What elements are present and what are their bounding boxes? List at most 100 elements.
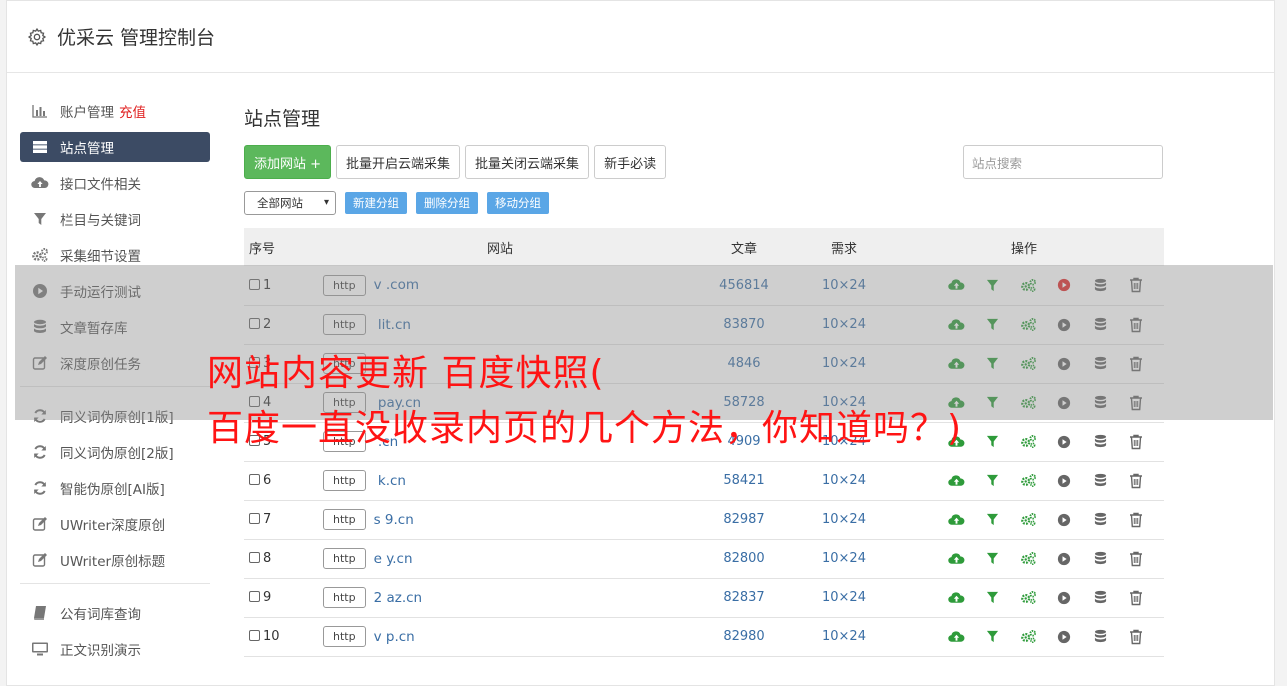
filter-icon[interactable] [983,510,1002,529]
row-checkbox[interactable] [249,591,260,602]
trash-icon[interactable] [1127,432,1146,451]
row-checkbox[interactable] [249,278,260,290]
sidebar-item-interface-files[interactable]: 接口文件相关 [20,168,210,198]
article-count[interactable]: 83870 [684,305,804,345]
cloud-upload-icon[interactable] [947,315,966,334]
sidebar-item-synonym-v1[interactable]: 同义词伪原创[1版] [20,401,210,431]
article-count[interactable]: 82800 [684,539,804,579]
trash-icon[interactable] [1127,588,1146,607]
gears-icon[interactable] [1019,588,1038,607]
group-select[interactable]: 全部网站 ▾ [244,191,336,215]
database-icon[interactable] [1091,315,1110,334]
protocol-badge[interactable]: http [323,314,366,335]
cloud-upload-icon[interactable] [947,627,966,646]
database-icon[interactable] [1091,432,1110,451]
gears-icon[interactable] [1019,510,1038,529]
site-domain-link[interactable]: lit.cn [374,317,411,333]
database-icon[interactable] [1091,354,1110,373]
demand-value[interactable]: 10×24 [804,266,884,306]
filter-icon[interactable] [983,315,1002,334]
database-icon[interactable] [1091,510,1110,529]
add-site-button[interactable]: 添加网站 + [244,145,332,179]
newbie-guide-button[interactable]: 新手必读 [594,145,667,179]
sidebar-item-deep-original[interactable]: 深度原创任务 [20,348,210,378]
gears-icon[interactable] [1019,354,1038,373]
database-icon[interactable] [1091,471,1110,490]
filter-icon[interactable] [983,432,1002,451]
gears-icon[interactable] [1019,627,1038,646]
filter-icon[interactable] [983,588,1002,607]
gears-icon[interactable] [1019,393,1038,412]
sidebar-item-account[interactable]: 账户管理 充值 [20,96,210,126]
site-domain-link[interactable]: e y.cn [374,551,413,567]
article-count[interactable]: 82980 [684,617,804,657]
cloud-upload-icon[interactable] [947,588,966,607]
play-circle-icon[interactable] [1055,471,1074,490]
new-group-button[interactable]: 新建分组 [345,192,407,214]
cloud-upload-icon[interactable] [947,471,966,490]
cloud-upload-icon[interactable] [947,276,966,295]
sidebar-item-sites[interactable]: 站点管理 [20,132,210,162]
sidebar-item-uwriter-deep[interactable]: UWriter深度原创 [20,509,210,539]
filter-icon[interactable] [983,354,1002,373]
protocol-badge[interactable]: http [323,626,366,647]
filter-icon[interactable] [983,393,1002,412]
play-circle-icon[interactable] [1055,432,1074,451]
site-domain-link[interactable]: s 9.cn [374,512,414,528]
row-checkbox[interactable] [249,318,260,329]
row-checkbox[interactable] [249,552,260,563]
protocol-badge[interactable]: http [323,274,366,296]
sidebar-item-manual-run[interactable]: 手动运行测试 [20,276,210,306]
play-circle-icon[interactable] [1055,549,1074,568]
row-checkbox[interactable] [249,630,260,641]
sidebar-item-public-lexicon[interactable]: 公有词库查询 [20,598,210,628]
batch-open-cloud-button[interactable]: 批量开启云端采集 [336,145,461,179]
play-circle-icon[interactable] [1055,276,1074,295]
protocol-badge[interactable]: http [323,470,366,491]
trash-icon[interactable] [1127,549,1146,568]
site-search-input[interactable]: 站点搜索 [963,145,1163,179]
trash-icon[interactable] [1127,471,1146,490]
trash-icon[interactable] [1127,627,1146,646]
filter-icon[interactable] [983,276,1002,295]
site-domain-link[interactable]: v p.cn [374,629,415,645]
sidebar-item-ai-rewrite[interactable]: 智能伪原创[AI版] [20,473,210,503]
demand-value[interactable]: 10×24 [804,617,884,657]
site-domain-link[interactable]: v .com [374,277,419,293]
database-icon[interactable] [1091,549,1110,568]
gears-icon[interactable] [1019,276,1038,295]
demand-value[interactable]: 10×24 [804,539,884,579]
trash-icon[interactable] [1127,354,1146,373]
demand-value[interactable]: 10×24 [804,578,884,618]
batch-close-cloud-button[interactable]: 批量关闭云端采集 [465,145,590,179]
filter-icon[interactable] [983,627,1002,646]
trash-icon[interactable] [1127,393,1146,412]
demand-value[interactable]: 10×24 [804,500,884,540]
gears-icon[interactable] [1019,315,1038,334]
trash-icon[interactable] [1127,276,1146,295]
sidebar-item-collect-settings[interactable]: 采集细节设置 [20,240,210,270]
move-group-button[interactable]: 移动分组 [487,192,549,214]
site-domain-link[interactable]: 2 az.cn [374,590,423,606]
sidebar-item-text-recognition[interactable]: 正文识别演示 [20,634,210,664]
database-icon[interactable] [1091,627,1110,646]
database-icon[interactable] [1091,393,1110,412]
cloud-upload-icon[interactable] [947,549,966,568]
delete-group-button[interactable]: 删除分组 [416,192,478,214]
article-count[interactable]: 82987 [684,500,804,540]
article-count[interactable]: 58421 [684,461,804,501]
filter-icon[interactable] [983,471,1002,490]
sidebar-item-article-store[interactable]: 文章暂存库 [20,312,210,342]
play-circle-icon[interactable] [1055,510,1074,529]
play-circle-icon[interactable] [1055,393,1074,412]
filter-icon[interactable] [983,549,1002,568]
article-count[interactable]: 82837 [684,578,804,618]
database-icon[interactable] [1091,588,1110,607]
cloud-upload-icon[interactable] [947,510,966,529]
gears-icon[interactable] [1019,471,1038,490]
site-domain-link[interactable]: k.cn [374,473,406,489]
demand-value[interactable]: 10×24 [804,461,884,501]
sidebar-item-columns-keywords[interactable]: 栏目与关键词 [20,204,210,234]
demand-value[interactable]: 10×24 [804,305,884,345]
play-circle-icon[interactable] [1055,627,1074,646]
